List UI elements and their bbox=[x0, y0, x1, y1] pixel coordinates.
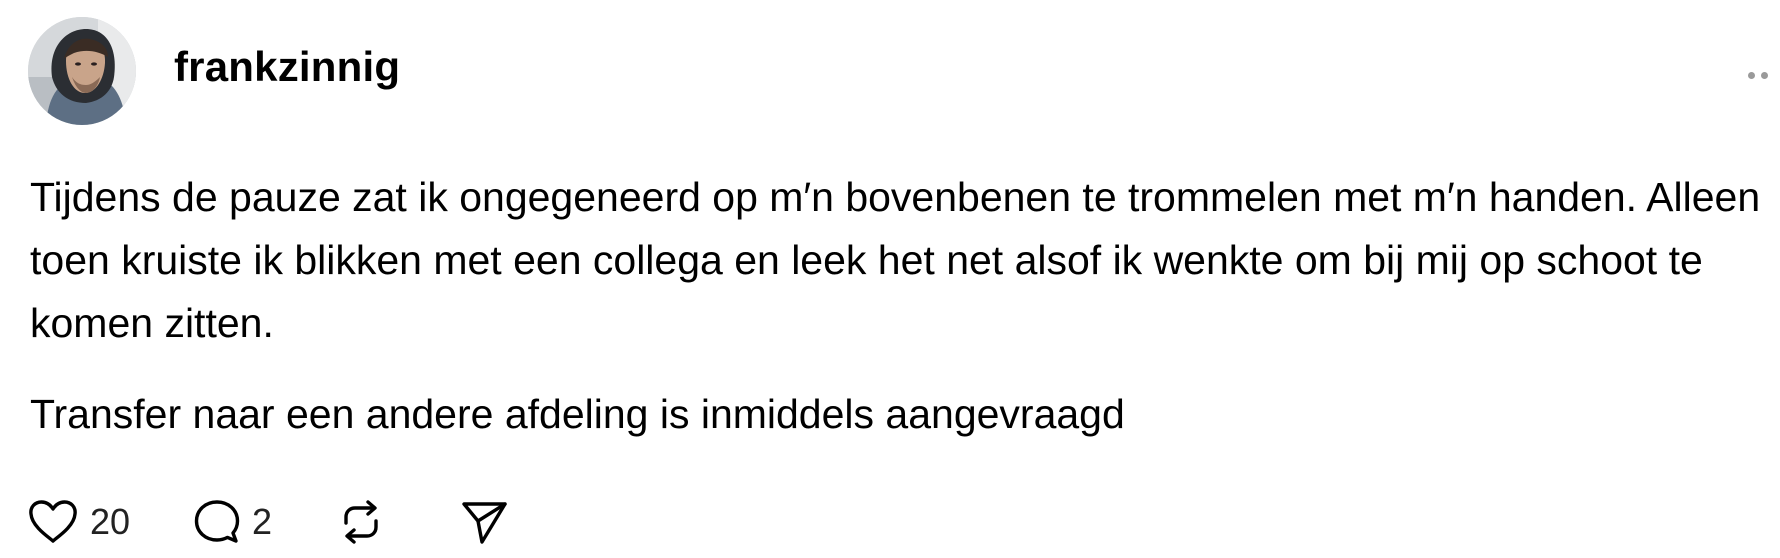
repost-button[interactable] bbox=[338, 497, 384, 547]
more-options-icon bbox=[1748, 72, 1755, 79]
post-paragraph: Transfer naar een andere afdeling is inm… bbox=[30, 391, 1125, 437]
share-button[interactable] bbox=[460, 497, 508, 547]
post-body: Tijdens de pauze zat ik ongegeneerd op m… bbox=[30, 166, 1770, 446]
reply-count: 2 bbox=[252, 501, 273, 542]
username[interactable]: frankzinnig bbox=[174, 46, 400, 88]
like-button[interactable]: 20 bbox=[28, 497, 130, 547]
post-card: frankzinnig Tijdens de pauze zat ik onge… bbox=[0, 0, 1780, 558]
user-avatar-photo-icon bbox=[28, 17, 136, 125]
heart-icon bbox=[29, 500, 77, 543]
speech-bubble-icon bbox=[194, 500, 240, 543]
repost-icon bbox=[344, 500, 378, 544]
post-paragraph: Tijdens de pauze zat ik ongegeneerd op m… bbox=[30, 174, 1761, 346]
reply-button[interactable]: 2 bbox=[194, 497, 272, 547]
paper-plane-icon bbox=[462, 502, 507, 544]
like-count: 20 bbox=[90, 501, 131, 542]
more-options-icon-dot bbox=[1761, 72, 1768, 79]
avatar[interactable] bbox=[28, 17, 136, 125]
more-options-button[interactable] bbox=[1746, 62, 1780, 90]
